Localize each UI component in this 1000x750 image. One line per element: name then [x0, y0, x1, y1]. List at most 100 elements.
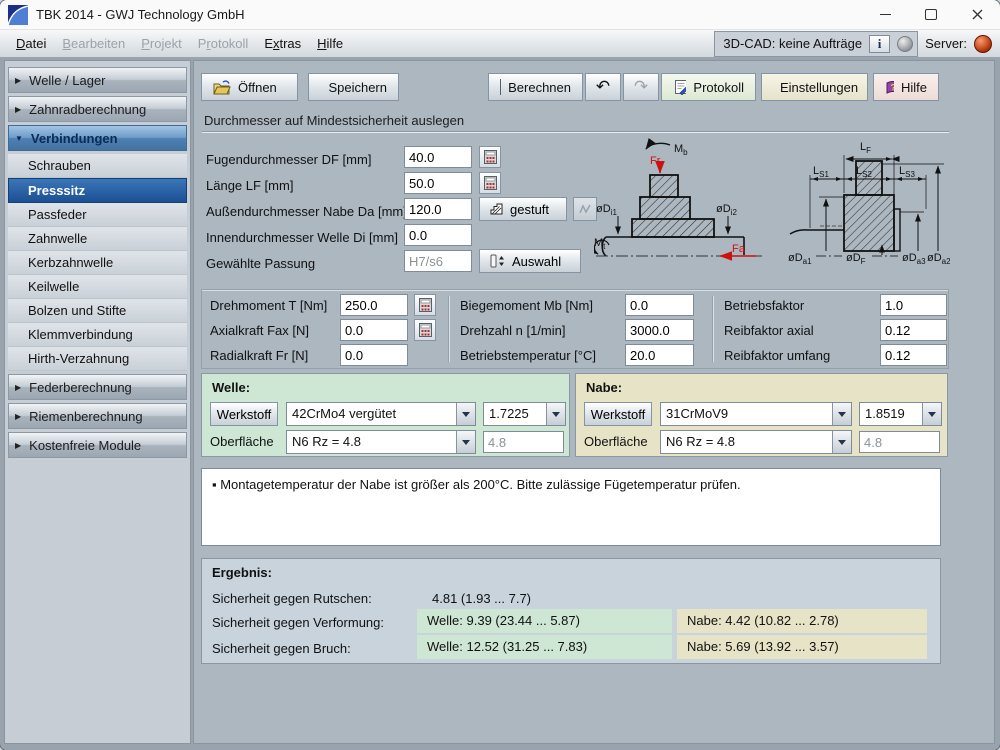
- open-button[interactable]: Öffnen: [201, 73, 298, 101]
- nabe-panel: Nabe: Werkstoff 31CrMoV9 1.8519 Oberfläc…: [575, 373, 948, 457]
- reibfaktor-umfang-input[interactable]: [880, 344, 947, 366]
- passung-label: Gewählte Passung: [206, 253, 315, 275]
- svg-text:?: ?: [891, 82, 894, 92]
- chevron-down-icon[interactable]: [456, 403, 475, 425]
- sidebar-item-keilwelle[interactable]: Keilwelle: [8, 275, 187, 299]
- welle-oberflaeche-combo[interactable]: N6 Rz = 4.8: [286, 430, 476, 454]
- sidebar-item-kerbzahnwelle[interactable]: Kerbzahnwelle: [8, 251, 187, 275]
- dimension-diagram: LF LS1 LS2 LS3 øDa1 øDF øDa3 øDa2: [788, 141, 950, 266]
- df-input[interactable]: [404, 146, 472, 168]
- svg-text:øDF: øDF: [846, 252, 866, 266]
- menu-hilfe[interactable]: Hilfe: [309, 32, 351, 55]
- section-title: Durchmesser auf Mindestsicherheit ausleg…: [204, 113, 464, 128]
- maximize-icon: [925, 9, 937, 20]
- cad-status-text: 3D-CAD: keine Aufträge: [723, 36, 862, 51]
- undo-button[interactable]: ↶: [585, 73, 621, 101]
- df-label: Fugendurchmesser DF [mm]: [206, 149, 371, 171]
- redo-button: ↷: [623, 73, 659, 101]
- axialkraft-input[interactable]: [340, 319, 408, 341]
- sidebar-item-schrauben[interactable]: Schrauben: [8, 154, 187, 178]
- da-input[interactable]: [404, 198, 472, 220]
- nabe-werkstoff-button[interactable]: Werkstoff: [584, 402, 652, 426]
- floppy-disk-icon: [320, 79, 321, 95]
- chevron-down-icon[interactable]: [546, 403, 565, 425]
- menu-bearbeiten: Bearbeiten: [54, 32, 133, 55]
- auswahl-button[interactable]: Auswahl: [479, 249, 581, 273]
- maximize-button[interactable]: [908, 0, 954, 29]
- lf-input[interactable]: [404, 172, 472, 194]
- welle-material-no-combo[interactable]: 1.7225: [483, 402, 566, 426]
- svg-text:øDi2: øDi2: [716, 203, 737, 217]
- df-calc-button[interactable]: [479, 146, 501, 168]
- protocol-button[interactable]: Protokoll: [661, 73, 756, 101]
- server-label: Server:: [925, 36, 967, 51]
- verformung-welle-value: Welle: 9.39 (23.44 ... 5.87): [417, 609, 672, 633]
- reibfaktor-axial-input[interactable]: [880, 319, 947, 341]
- nabe-material-no-combo[interactable]: 1.8519: [859, 402, 942, 426]
- biegemoment-label: Biegemoment Mb [Nm]: [460, 295, 593, 317]
- betriebstemperatur-input[interactable]: [625, 344, 694, 366]
- window-title: TBK 2014 - GWJ Technology GmbH: [36, 7, 245, 22]
- sidebar-item-welle-lager[interactable]: Welle / Lager: [8, 67, 187, 93]
- cad-info-button[interactable]: i: [869, 35, 890, 53]
- welle-material-combo[interactable]: 42CrMo4 vergütet: [286, 402, 476, 426]
- sidebar-item-klemmverbindung[interactable]: Klemmverbindung: [8, 323, 187, 347]
- menu-bar: Datei Bearbeiten Projekt Protokoll Extra…: [0, 30, 1000, 58]
- cad-status-box: 3D-CAD: keine Aufträge i: [714, 31, 918, 57]
- save-button[interactable]: Speichern: [308, 73, 399, 101]
- sidebar-item-bolzen-stifte[interactable]: Bolzen und Stifte: [8, 299, 187, 323]
- axialkraft-calc-button[interactable]: [414, 319, 436, 341]
- minimize-button[interactable]: [862, 0, 908, 29]
- nabe-oberflaeche-combo[interactable]: N6 Rz = 4.8: [660, 430, 852, 454]
- sidebar-item-riemenberechnung[interactable]: Riemenberechnung: [8, 403, 187, 429]
- warning-text: ▪ Montagetemperatur der Nabe ist größer …: [212, 477, 741, 492]
- open-folder-icon: [213, 80, 231, 95]
- nabe-material-combo[interactable]: 31CrMoV9: [660, 402, 852, 426]
- redo-icon: ↷: [634, 77, 648, 97]
- sidebar-item-kostenfreie-module[interactable]: Kostenfreie Module: [8, 432, 187, 458]
- updown-select-icon: [490, 254, 505, 268]
- chevron-down-icon[interactable]: [832, 403, 851, 425]
- stepped-hub-icon: [490, 203, 503, 215]
- help-button[interactable]: ? Hilfe: [873, 73, 939, 101]
- chevron-down-icon[interactable]: [922, 403, 941, 425]
- lf-calc-button[interactable]: [479, 172, 501, 194]
- welle-werkstoff-button[interactable]: Werkstoff: [210, 402, 278, 426]
- menu-datei[interactable]: Datei: [8, 32, 54, 55]
- svg-text:LF: LF: [860, 141, 871, 155]
- sidebar-item-federberechnung[interactable]: Federberechnung: [8, 374, 187, 400]
- verformung-label: Sicherheit gegen Verformung:: [212, 612, 384, 634]
- drehmoment-calc-button[interactable]: [414, 294, 436, 316]
- welle-rz-input: [483, 431, 564, 453]
- settings-button[interactable]: Einstellungen: [761, 73, 868, 101]
- betriebsfaktor-label: Betriebsfaktor: [724, 295, 804, 317]
- results-title: Ergebnis:: [212, 565, 272, 580]
- server-status-orb: [974, 35, 992, 53]
- chevron-down-icon[interactable]: [456, 431, 475, 453]
- biegemoment-input[interactable]: [625, 294, 694, 316]
- betriebsfaktor-input[interactable]: [880, 294, 947, 316]
- lf-label: Länge LF [mm]: [206, 175, 293, 197]
- di-input[interactable]: [404, 224, 472, 246]
- radialkraft-input[interactable]: [340, 344, 408, 366]
- sidebar-item-passfeder[interactable]: Passfeder: [8, 203, 187, 227]
- sidebar-item-presssitz[interactable]: Presssitz: [8, 178, 187, 203]
- gestuft-button[interactable]: gestuft: [479, 197, 567, 221]
- chevron-down-icon[interactable]: [832, 431, 851, 453]
- drehzahl-input[interactable]: [625, 319, 694, 341]
- drehmoment-input[interactable]: [340, 294, 408, 316]
- sidebar-item-hirth-verzahnung[interactable]: Hirth-Verzahnung: [8, 347, 187, 371]
- app-logo-icon: [8, 5, 28, 25]
- sidebar-item-zahnradberechnung[interactable]: Zahnradberechnung: [8, 96, 187, 122]
- di-label: Innendurchmesser Welle Di [mm]: [206, 227, 398, 249]
- sidebar-nav: Welle / Lager Zahnradberechnung Verbindu…: [4, 60, 191, 744]
- sidebar-item-verbindungen[interactable]: Verbindungen: [8, 125, 187, 151]
- sidebar-item-zahnwelle[interactable]: Zahnwelle: [8, 227, 187, 251]
- svg-text:øDa3: øDa3: [902, 252, 926, 266]
- calculate-button[interactable]: Berechnen: [488, 73, 583, 101]
- close-button[interactable]: [954, 0, 1000, 29]
- menu-extras[interactable]: Extras: [256, 32, 309, 55]
- welle-oberflaeche-label: Oberfläche: [210, 431, 274, 453]
- bruch-welle-value: Welle: 12.52 (31.25 ... 7.83): [417, 635, 672, 659]
- drehzahl-label: Drehzahl n [1/min]: [460, 320, 566, 342]
